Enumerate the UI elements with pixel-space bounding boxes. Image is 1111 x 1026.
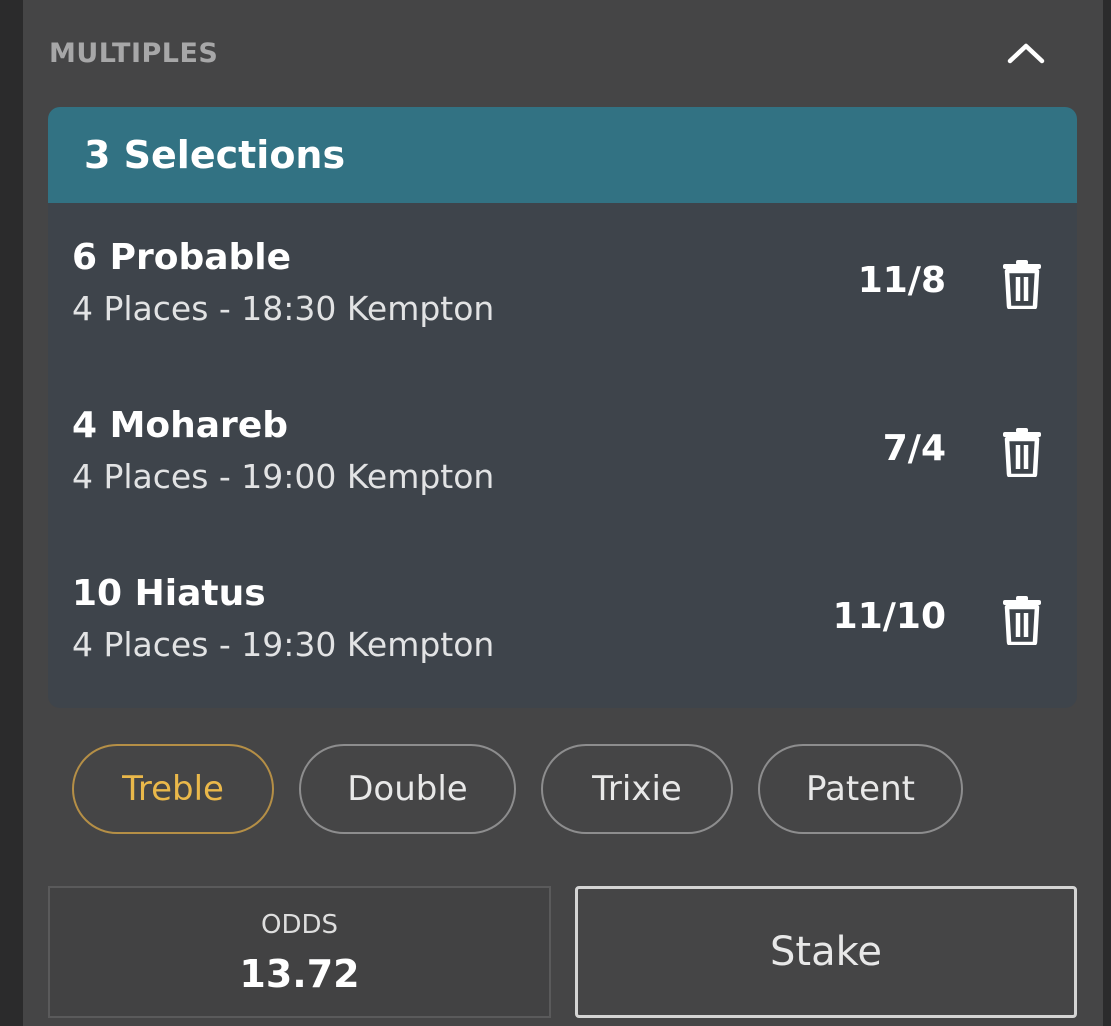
selection-detail: 4 Places - 19:30 Kempton [72,625,495,664]
selection-detail: 4 Places - 19:00 Kempton [72,457,495,496]
odds-summary: ODDS 13.72 [48,886,551,1018]
selections-card: 3 Selections 6 Probable 4 Places - 18:30… [48,107,1077,708]
bet-type-trixie[interactable]: Trixie [541,744,733,834]
selection-detail: 4 Places - 18:30 Kempton [72,289,495,328]
multiples-panel: MULTIPLES 3 Selections 6 Probable 4 Plac… [23,0,1103,1026]
selection-row: 6 Probable 4 Places - 18:30 Kempton 11/8 [48,203,1077,371]
right-border [1103,0,1111,1026]
selection-row: 4 Mohareb 4 Places - 19:00 Kempton 7/4 [48,371,1077,539]
remove-selection-button[interactable] [1001,595,1043,647]
odds-value: 13.72 [239,952,360,996]
selections-count-header: 3 Selections [48,107,1077,203]
trash-icon [1003,260,1041,311]
bet-type-patent[interactable]: Patent [758,744,963,834]
selection-name: 4 Mohareb [72,405,288,446]
selection-odds: 11/10 [832,596,946,637]
remove-selection-button[interactable] [1001,259,1043,311]
betslip-frame: MULTIPLES 3 Selections 6 Probable 4 Plac… [0,0,1111,1026]
trash-icon [1003,428,1041,479]
remove-selection-button[interactable] [1001,427,1043,479]
collapse-button[interactable] [1001,30,1051,76]
bet-type-selector: Treble Double Trixie Patent [72,744,963,834]
selection-odds: 11/8 [857,260,946,301]
trash-icon [1003,596,1041,647]
stake-input[interactable]: Stake [575,886,1077,1018]
bet-type-double[interactable]: Double [299,744,516,834]
selection-name: 6 Probable [72,237,292,278]
selection-name: 10 Hiatus [72,573,266,614]
odds-label: ODDS [260,910,338,940]
left-border [0,0,23,1026]
selection-odds: 7/4 [882,428,946,469]
bet-type-treble[interactable]: Treble [72,744,274,834]
chevron-up-icon [1007,43,1045,64]
section-title: MULTIPLES [49,38,219,69]
selection-row: 10 Hiatus 4 Places - 19:30 Kempton 11/10 [48,539,1077,707]
